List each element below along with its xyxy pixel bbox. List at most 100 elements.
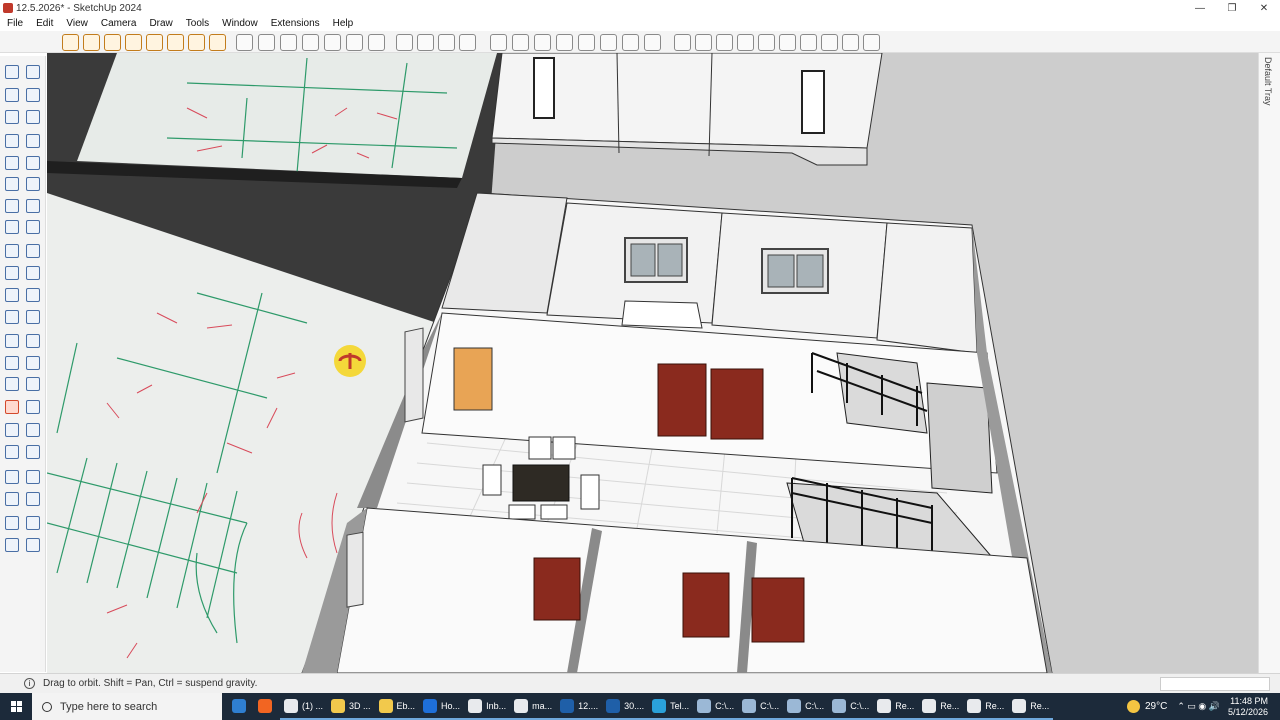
draw-tool-icon[interactable] [5, 220, 19, 234]
toolbar-tool-icon[interactable] [258, 34, 275, 51]
draw-tool-icon[interactable] [26, 356, 40, 370]
taskbar-app[interactable]: Inb... [464, 693, 511, 720]
toolbar-tool-icon[interactable] [674, 34, 691, 51]
menu-extensions[interactable]: Extensions [264, 18, 326, 29]
restore-button[interactable]: ❐ [1216, 0, 1248, 16]
draw-tool-icon[interactable] [5, 356, 19, 370]
draw-tool-icon[interactable] [5, 334, 19, 348]
toolbar-tool-icon[interactable] [346, 34, 363, 51]
draw-tool-icon[interactable] [5, 310, 19, 324]
draw-tool-icon[interactable] [26, 244, 40, 258]
menu-file[interactable]: File [0, 18, 29, 29]
menu-edit[interactable]: Edit [29, 18, 59, 29]
info-icon[interactable]: i [24, 678, 35, 689]
draw-tool-icon[interactable] [5, 244, 19, 258]
toolbar-tool-icon[interactable] [737, 34, 754, 51]
draw-tool-icon[interactable] [5, 266, 19, 280]
toolbar-tool-icon[interactable] [512, 34, 529, 51]
draw-tool-icon[interactable] [26, 334, 40, 348]
taskbar-app[interactable]: 30.... [602, 693, 649, 720]
taskbar-app[interactable]: 12.... [556, 693, 603, 720]
draw-tool-icon[interactable] [26, 470, 40, 484]
toolbar-tool-icon[interactable] [62, 34, 79, 51]
draw-tool-icon[interactable] [5, 377, 19, 391]
toolbar-tool-icon[interactable] [821, 34, 838, 51]
draw-tool-icon[interactable] [26, 516, 40, 530]
draw-tool-icon[interactable] [26, 88, 40, 102]
taskbar-search[interactable]: Type here to search [32, 693, 222, 720]
menu-tools[interactable]: Tools [179, 18, 215, 29]
toolbar-tool-icon[interactable] [459, 34, 476, 51]
draw-tool-icon[interactable] [5, 156, 19, 170]
taskbar-app[interactable]: 3D ... [327, 693, 375, 720]
taskbar-app[interactable]: Tel... [648, 693, 694, 720]
toolbar-tool-icon[interactable] [600, 34, 617, 51]
draw-tool-icon[interactable] [26, 423, 40, 437]
taskbar-app[interactable]: Re... [1008, 693, 1054, 720]
taskbar-app[interactable]: C:\... [828, 693, 874, 720]
model-viewport[interactable] [47, 53, 1258, 673]
start-button[interactable] [0, 693, 32, 720]
toolbar-tool-icon[interactable] [490, 34, 507, 51]
draw-tool-icon[interactable] [26, 445, 40, 459]
toolbar-tool-icon[interactable] [236, 34, 253, 51]
draw-tool-icon[interactable] [5, 288, 19, 302]
toolbar-tool-icon[interactable] [556, 34, 573, 51]
toolbar-tool-icon[interactable] [842, 34, 859, 51]
taskbar-app[interactable]: ma... [510, 693, 557, 720]
toolbar-tool-icon[interactable] [534, 34, 551, 51]
measurements-box[interactable] [1160, 677, 1270, 691]
draw-tool-icon[interactable] [26, 156, 40, 170]
menu-draw[interactable]: Draw [142, 18, 178, 29]
toolbar-tool-icon[interactable] [280, 34, 297, 51]
menu-camera[interactable]: Camera [94, 18, 143, 29]
minimize-button[interactable]: — [1184, 0, 1216, 16]
weather-widget[interactable]: 29°C [1127, 700, 1167, 713]
toolbar-tool-icon[interactable] [417, 34, 434, 51]
draw-tool-icon[interactable] [5, 492, 19, 506]
draw-tool-icon[interactable] [5, 538, 19, 552]
taskbar-app[interactable]: Re... [873, 693, 919, 720]
draw-tool-icon[interactable] [5, 199, 19, 213]
menu-help[interactable]: Help [326, 18, 360, 29]
orbit-tool-icon[interactable] [5, 400, 19, 414]
draw-tool-icon[interactable] [5, 516, 19, 530]
draw-tool-icon[interactable] [26, 377, 40, 391]
taskbar-app[interactable]: C:\... [783, 693, 829, 720]
draw-tool-icon[interactable] [5, 445, 19, 459]
draw-tool-icon[interactable] [5, 88, 19, 102]
close-button[interactable]: ✕ [1248, 0, 1280, 16]
toolbar-tool-icon[interactable] [622, 34, 639, 51]
draw-tool-icon[interactable] [26, 400, 40, 414]
draw-tool-icon[interactable] [26, 65, 40, 79]
taskbar-app[interactable]: Eb... [374, 693, 420, 720]
toolbar-tool-icon[interactable] [188, 34, 205, 51]
toolbar-tool-icon[interactable] [368, 34, 385, 51]
toolbar-tool-icon[interactable] [146, 34, 163, 51]
toolbar-tool-icon[interactable] [167, 34, 184, 51]
draw-tool-icon[interactable] [26, 110, 40, 124]
taskbar-app[interactable]: C:\... [693, 693, 739, 720]
toolbar-tool-icon[interactable] [125, 34, 142, 51]
taskbar-app[interactable]: Re... [918, 693, 964, 720]
draw-tool-icon[interactable] [26, 492, 40, 506]
draw-tool-icon[interactable] [26, 220, 40, 234]
toolbar-tool-icon[interactable] [438, 34, 455, 51]
toolbar-tool-icon[interactable] [324, 34, 341, 51]
draw-tool-icon[interactable] [26, 199, 40, 213]
draw-tool-icon[interactable] [26, 288, 40, 302]
taskbar-app[interactable]: Ho... [419, 693, 465, 720]
toolbar-tool-icon[interactable] [396, 34, 413, 51]
taskbar-app[interactable] [254, 693, 280, 720]
draw-tool-icon[interactable] [5, 134, 19, 148]
taskbar-clock[interactable]: 11:48 PM 5/12/2026 [1228, 696, 1268, 718]
toolbar-tool-icon[interactable] [209, 34, 226, 51]
toolbar-tool-icon[interactable] [104, 34, 121, 51]
menu-window[interactable]: Window [215, 18, 264, 29]
draw-tool-icon[interactable] [26, 177, 40, 191]
taskbar-app[interactable]: (1) ... [280, 693, 328, 720]
toolbar-tool-icon[interactable] [863, 34, 880, 51]
draw-tool-icon[interactable] [5, 110, 19, 124]
taskbar-app[interactable]: C:\... [738, 693, 784, 720]
draw-tool-icon[interactable] [5, 65, 19, 79]
